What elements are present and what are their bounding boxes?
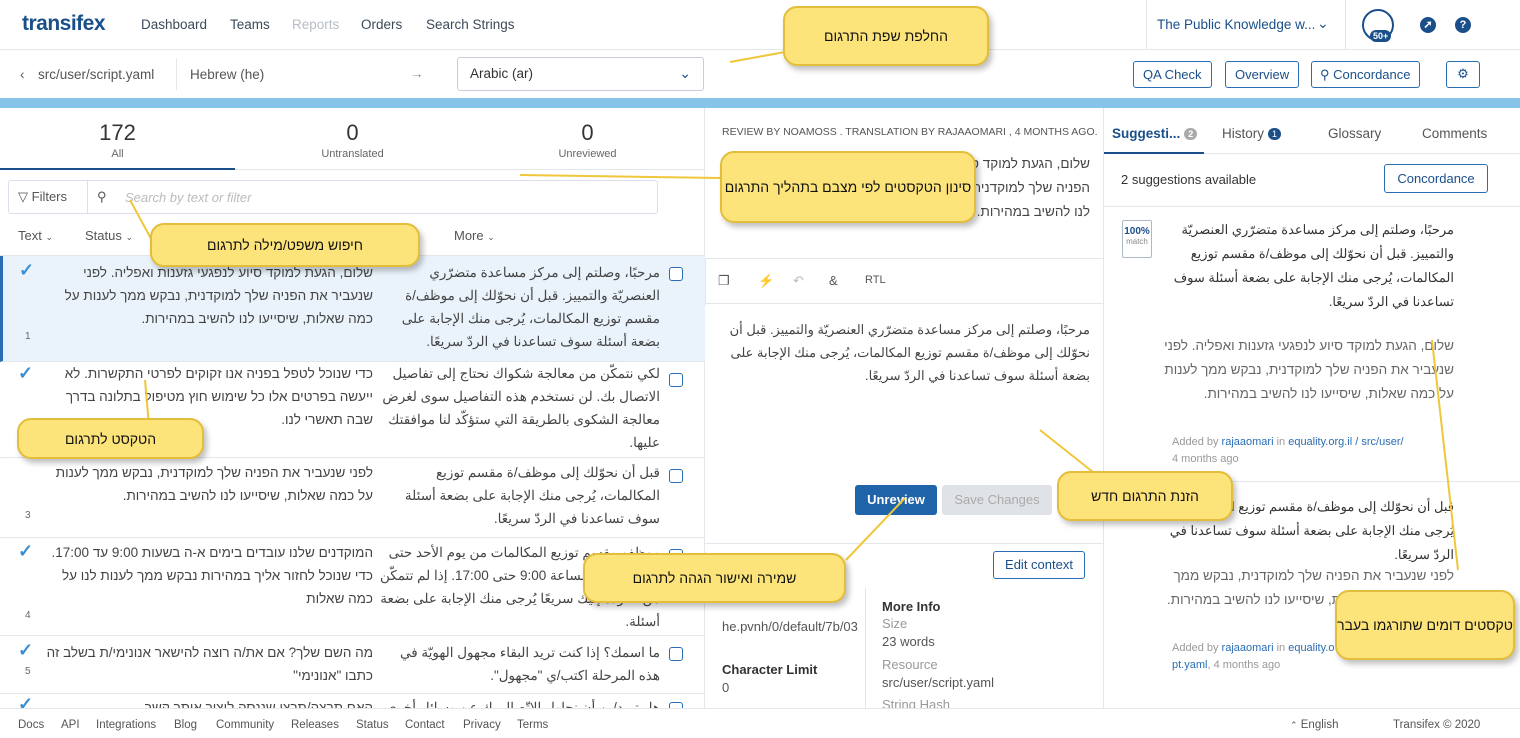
callout-switch-language: החלפת שפת התרגום [783,6,989,66]
callout-search: חיפוש משפט/מילה לתרגום [150,223,420,267]
callout-similar-texts: טקסטים דומים שתורגמו בעבר [1335,590,1515,660]
callout-pointers [129,49,1459,571]
callout-enter-translation: הזנת התרגום חדש [1057,471,1233,521]
callout-filter-status: סינון הטקסטים לפי מצבם בתהליך התרגום [720,151,976,223]
pointer-line [1431,339,1459,571]
pointer-line [845,497,906,561]
callout-save-approve: שמירה ואישור הגהה לתרגום [583,553,846,603]
pointer-line [519,174,721,179]
callout-text-to-translate: הטקסט לתרגום [17,418,204,459]
